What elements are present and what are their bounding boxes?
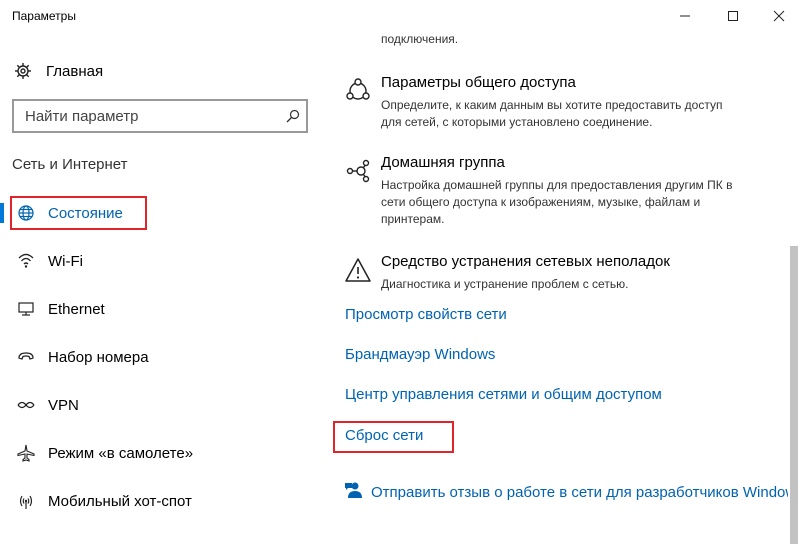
desc-line: сети общего доступа к изображениям, музы… bbox=[381, 195, 701, 209]
desc-line: принтерам. bbox=[381, 212, 445, 226]
desc-line: для сетей, с которыми установлено соедин… bbox=[381, 115, 653, 129]
network-sharing-center-link[interactable]: Центр управления сетями и общим доступом bbox=[345, 386, 662, 403]
section-title-homegroup: Домашняя группа bbox=[381, 154, 505, 171]
sidebar: Главная Сеть и Интернет Состояние Wi-Fi bbox=[0, 32, 330, 544]
sidebar-item-label: Набор номера bbox=[48, 348, 149, 366]
desc-line: Определите, к каким данным вы хотите пре… bbox=[381, 98, 723, 112]
minimize-button[interactable] bbox=[662, 0, 708, 32]
minimize-icon bbox=[680, 15, 690, 17]
airplane-icon bbox=[16, 443, 36, 463]
sidebar-item-label: Ethernet bbox=[48, 300, 105, 318]
section-title-sharing: Параметры общего доступа bbox=[381, 74, 576, 91]
window-title: Параметры bbox=[12, 9, 76, 23]
feedback-icon bbox=[345, 481, 363, 504]
feedback-link[interactable]: Отправить отзыв о работе в сети для разр… bbox=[345, 481, 788, 504]
section-desc-troubleshooter: Диагностика и устранение проблем с сетью… bbox=[381, 276, 781, 293]
highlight-box-status bbox=[10, 196, 147, 230]
sidebar-item-airplane[interactable]: Режим «в самолете» bbox=[0, 433, 330, 473]
highlight-box-reset bbox=[333, 421, 454, 453]
scrollbar[interactable] bbox=[788, 32, 802, 544]
main-content: подключения. Параметры общего доступа Оп… bbox=[330, 32, 788, 544]
sidebar-item-hotspot[interactable]: Мобильный хот-спот bbox=[0, 481, 330, 521]
desc-line: Настройка домашней группы для предоставл… bbox=[381, 178, 733, 192]
section-title: Сеть и Интернет bbox=[12, 156, 128, 173]
ethernet-icon bbox=[16, 299, 36, 319]
gear-icon bbox=[15, 63, 31, 79]
dialup-icon bbox=[16, 347, 36, 367]
sidebar-item-dialup[interactable]: Набор номера bbox=[0, 337, 330, 377]
search-box[interactable] bbox=[12, 99, 308, 133]
warning-icon bbox=[343, 255, 373, 285]
sidebar-item-label: Режим «в самолете» bbox=[48, 444, 194, 462]
settings-window: Параметры Главная Найти параметр Сеть и … bbox=[0, 0, 802, 544]
search-icon[interactable] bbox=[286, 109, 300, 128]
homegroup-icon bbox=[343, 156, 373, 186]
sidebar-item-wifi[interactable]: Wi-Fi bbox=[0, 241, 330, 281]
wifi-icon bbox=[16, 251, 36, 271]
view-network-properties-link[interactable]: Просмотр свойств сети bbox=[345, 306, 507, 323]
sidebar-item-label: Мобильный хот-спот bbox=[48, 492, 192, 510]
hotspot-icon bbox=[16, 491, 36, 511]
maximize-icon bbox=[728, 11, 738, 21]
sidebar-item-label: Wi-Fi bbox=[48, 252, 83, 270]
home-label: Главная bbox=[46, 62, 104, 80]
sidebar-item-label: VPN bbox=[48, 396, 79, 414]
close-icon bbox=[773, 10, 785, 22]
title-bar: Параметры bbox=[0, 0, 802, 32]
active-indicator bbox=[0, 203, 4, 223]
partial-description: подключения. bbox=[381, 32, 459, 46]
section-title-troubleshooter: Средство устранения сетевых неполадок bbox=[381, 253, 670, 270]
sidebar-item-ethernet[interactable]: Ethernet bbox=[0, 289, 330, 329]
close-button[interactable] bbox=[756, 0, 802, 32]
feedback-label: Отправить отзыв о работе в сети для разр… bbox=[371, 484, 788, 501]
scrollbar-thumb[interactable] bbox=[790, 246, 798, 544]
home-link[interactable]: Главная bbox=[14, 60, 103, 82]
sidebar-item-vpn[interactable]: VPN bbox=[0, 385, 330, 425]
search-input[interactable] bbox=[25, 106, 275, 126]
section-desc-homegroup: Настройка домашней группы для предоставл… bbox=[381, 177, 781, 228]
windows-firewall-link[interactable]: Брандмауэр Windows bbox=[345, 346, 495, 363]
vpn-icon bbox=[16, 395, 36, 415]
maximize-button[interactable] bbox=[710, 0, 756, 32]
sharing-icon bbox=[343, 76, 373, 106]
section-desc-sharing: Определите, к каким данным вы хотите пре… bbox=[381, 97, 781, 131]
desc-line: Диагностика и устранение проблем с сетью… bbox=[381, 277, 629, 291]
